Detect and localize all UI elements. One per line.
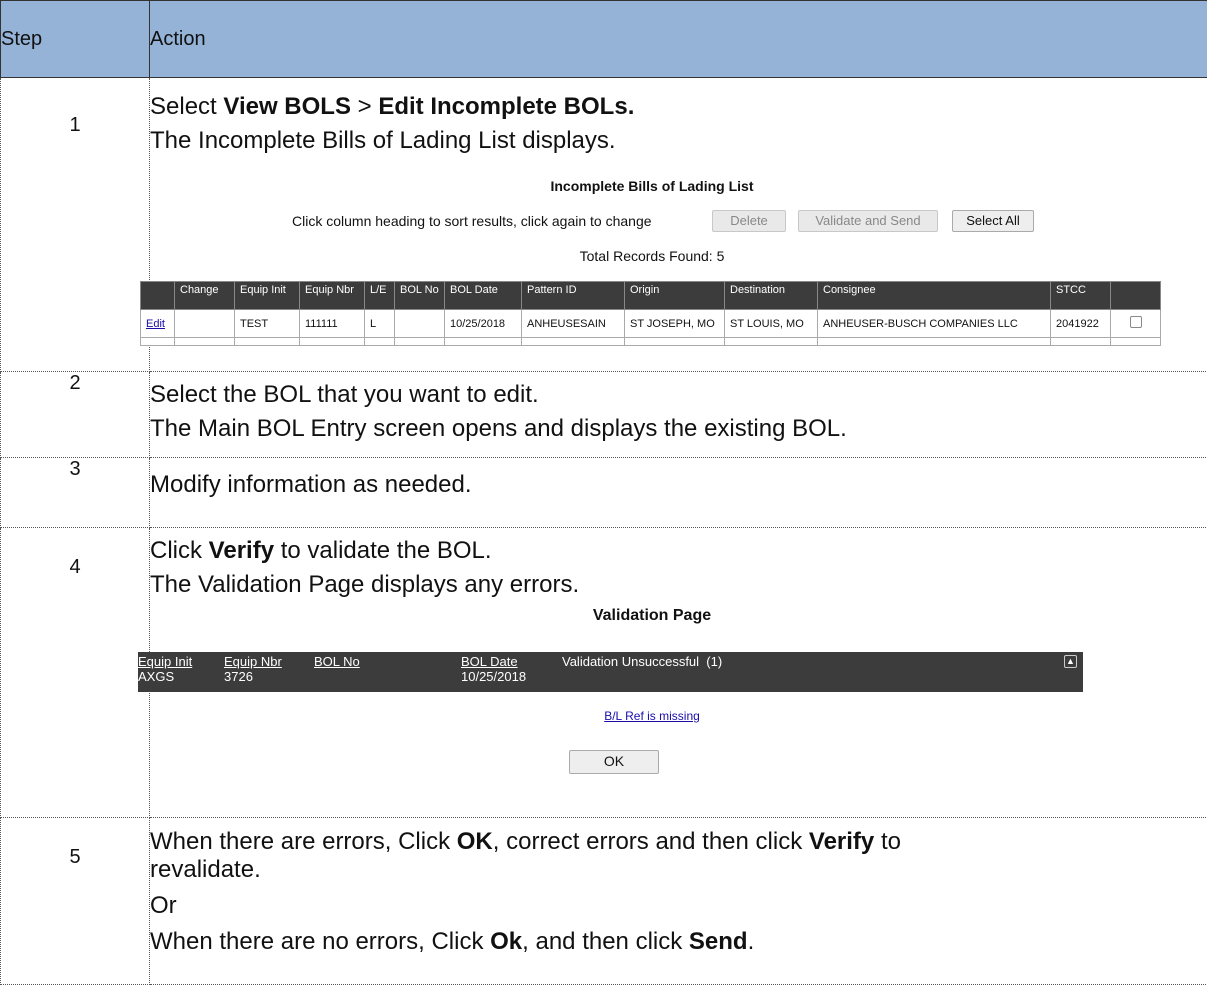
collapse-icon[interactable]: ▲ (1064, 655, 1077, 668)
step-row-3: 3 Modify information as needed. (0, 457, 1207, 528)
cell-bol-date: 10/25/2018 (444, 309, 522, 338)
instruction-line: When there are errors, Click OK, correct… (150, 828, 901, 855)
cell-destination: ST LOUIS, MO (724, 309, 818, 338)
col-header-pattern-id[interactable]: Pattern ID (521, 281, 625, 310)
error-message-wrap: B/L Ref is missing (132, 708, 1172, 724)
cell-pattern-id: ANHEUSESAIN (521, 309, 625, 338)
col-header-stcc[interactable]: STCC (1050, 281, 1111, 310)
cell-select (1110, 309, 1161, 338)
row-checkbox[interactable] (1129, 316, 1142, 328)
step-action: Click Verify to validate the BOL. The Va… (138, 527, 1207, 818)
cell-stcc: 2041922 (1050, 309, 1111, 338)
result-line: The Incomplete Bills of Lading List disp… (150, 127, 616, 154)
result-line: The Validation Page displays any errors. (150, 571, 580, 598)
incomplete-bol-list-screenshot: Incomplete Bills of Lading List Click co… (132, 158, 1207, 352)
col-header-origin[interactable]: Origin (624, 281, 725, 310)
bol-date-value: 10/25/2018 (461, 669, 527, 684)
cell-equip-nbr: 111111 (299, 309, 365, 338)
cell-change (174, 309, 235, 338)
or-line: Or (150, 892, 177, 919)
equip-nbr-header[interactable]: Equip Nbr (224, 655, 282, 669)
result-line: The Main BOL Entry screen opens and disp… (150, 415, 847, 442)
col-header-consignee[interactable]: Consignee (817, 281, 1051, 310)
col-header (140, 281, 175, 310)
table-row (140, 337, 1161, 346)
edit-link[interactable]: Edit (146, 318, 165, 330)
sort-hint: Click column heading to sort results, cl… (292, 213, 652, 229)
step-row-1: 1 Select View BOLS > Edit Incomplete BOL… (0, 77, 1207, 372)
instruction-line: Select View BOLS > Edit Incomplete BOLs. (150, 93, 635, 120)
step-number: 5 (0, 817, 150, 985)
col-header-equip-init[interactable]: Equip Init (234, 281, 300, 310)
col-header-bol-no[interactable]: BOL No (394, 281, 445, 310)
instruction-line: revalidate. (150, 856, 261, 883)
col-header (1110, 281, 1161, 310)
total-records: Total Records Found: 5 (579, 248, 725, 264)
step-action: Select the BOL that you want to edit. Th… (149, 371, 1207, 458)
validate-and-send-button[interactable]: Validate and Send (798, 210, 938, 232)
cell-le: L (364, 309, 395, 338)
step-number: 3 (0, 457, 150, 528)
bol-grid: Change Equip Init Equip Nbr L/E BOL No B… (140, 281, 1161, 346)
edit-cell: Edit (140, 309, 175, 338)
step-row-5: 5 When there are errors, Click OK, corre… (0, 817, 1207, 985)
error-link[interactable]: B/L Ref is missing (604, 709, 700, 723)
step-action: Modify information as needed. (149, 457, 1207, 528)
instruction-line: Select the BOL that you want to edit. (150, 381, 539, 408)
col-header-destination[interactable]: Destination (724, 281, 818, 310)
step-row-2: 2 Select the BOL that you want to edit. … (0, 371, 1207, 458)
equip-init-header[interactable]: Equip Init (138, 655, 192, 669)
equip-init-value: AXGS (138, 669, 175, 684)
step-number: 4 (0, 527, 150, 818)
bol-no-header[interactable]: BOL No (314, 655, 360, 669)
instruction-line: When there are no errors, Click Ok, and … (150, 928, 755, 955)
ok-button[interactable]: OK (569, 750, 659, 774)
step-header: Step (0, 0, 150, 78)
col-header-equip-nbr[interactable]: Equip Nbr (299, 281, 365, 310)
delete-button[interactable]: Delete (712, 210, 786, 232)
col-header-change[interactable]: Change (174, 281, 235, 310)
procedure-table: Step Action 1 Select View BOLS > Edit In… (0, 0, 1207, 985)
list-title: Incomplete Bills of Lading List (550, 178, 754, 194)
col-header-le[interactable]: L/E (364, 281, 395, 310)
step-row-4: 4 Click Verify to validate the BOL. The … (0, 527, 1207, 818)
validation-result-bar: Equip Init Equip Nbr BOL No BOL Date Val… (138, 652, 1083, 692)
step-number: 1 (0, 77, 150, 372)
validation-title: Validation Page (592, 607, 712, 624)
step-number: 2 (0, 371, 150, 458)
instruction-line: Modify information as needed. (150, 471, 472, 498)
col-header-bol-date[interactable]: BOL Date (444, 281, 522, 310)
header-row: Step Action (0, 0, 1207, 78)
cell-consignee: ANHEUSER-BUSCH COMPANIES LLC (817, 309, 1051, 338)
cell-bol-no (394, 309, 445, 338)
grid-header-row: Change Equip Init Equip Nbr L/E BOL No B… (140, 281, 1161, 310)
equip-nbr-value: 3726 (224, 669, 253, 684)
cell-origin: ST JOSEPH, MO (624, 309, 725, 338)
validation-status: Validation Unsuccessful (1) (562, 654, 723, 669)
bol-date-header[interactable]: BOL Date (461, 655, 518, 669)
step-action: When there are errors, Click OK, correct… (149, 817, 1207, 985)
action-header: Action (149, 0, 1207, 78)
validation-page-screenshot: Validation Page Equip Init Equip Nbr BOL… (132, 602, 1207, 794)
instruction-line: Click Verify to validate the BOL. (150, 537, 492, 564)
select-all-button[interactable]: Select All (952, 210, 1034, 232)
step-action: Select View BOLS > Edit Incomplete BOLs.… (140, 77, 1207, 372)
cell-equip-init: TEST (234, 309, 300, 338)
table-row: Edit TEST 111111 L 10/25/2018 ANHEUSESAI… (140, 309, 1161, 338)
